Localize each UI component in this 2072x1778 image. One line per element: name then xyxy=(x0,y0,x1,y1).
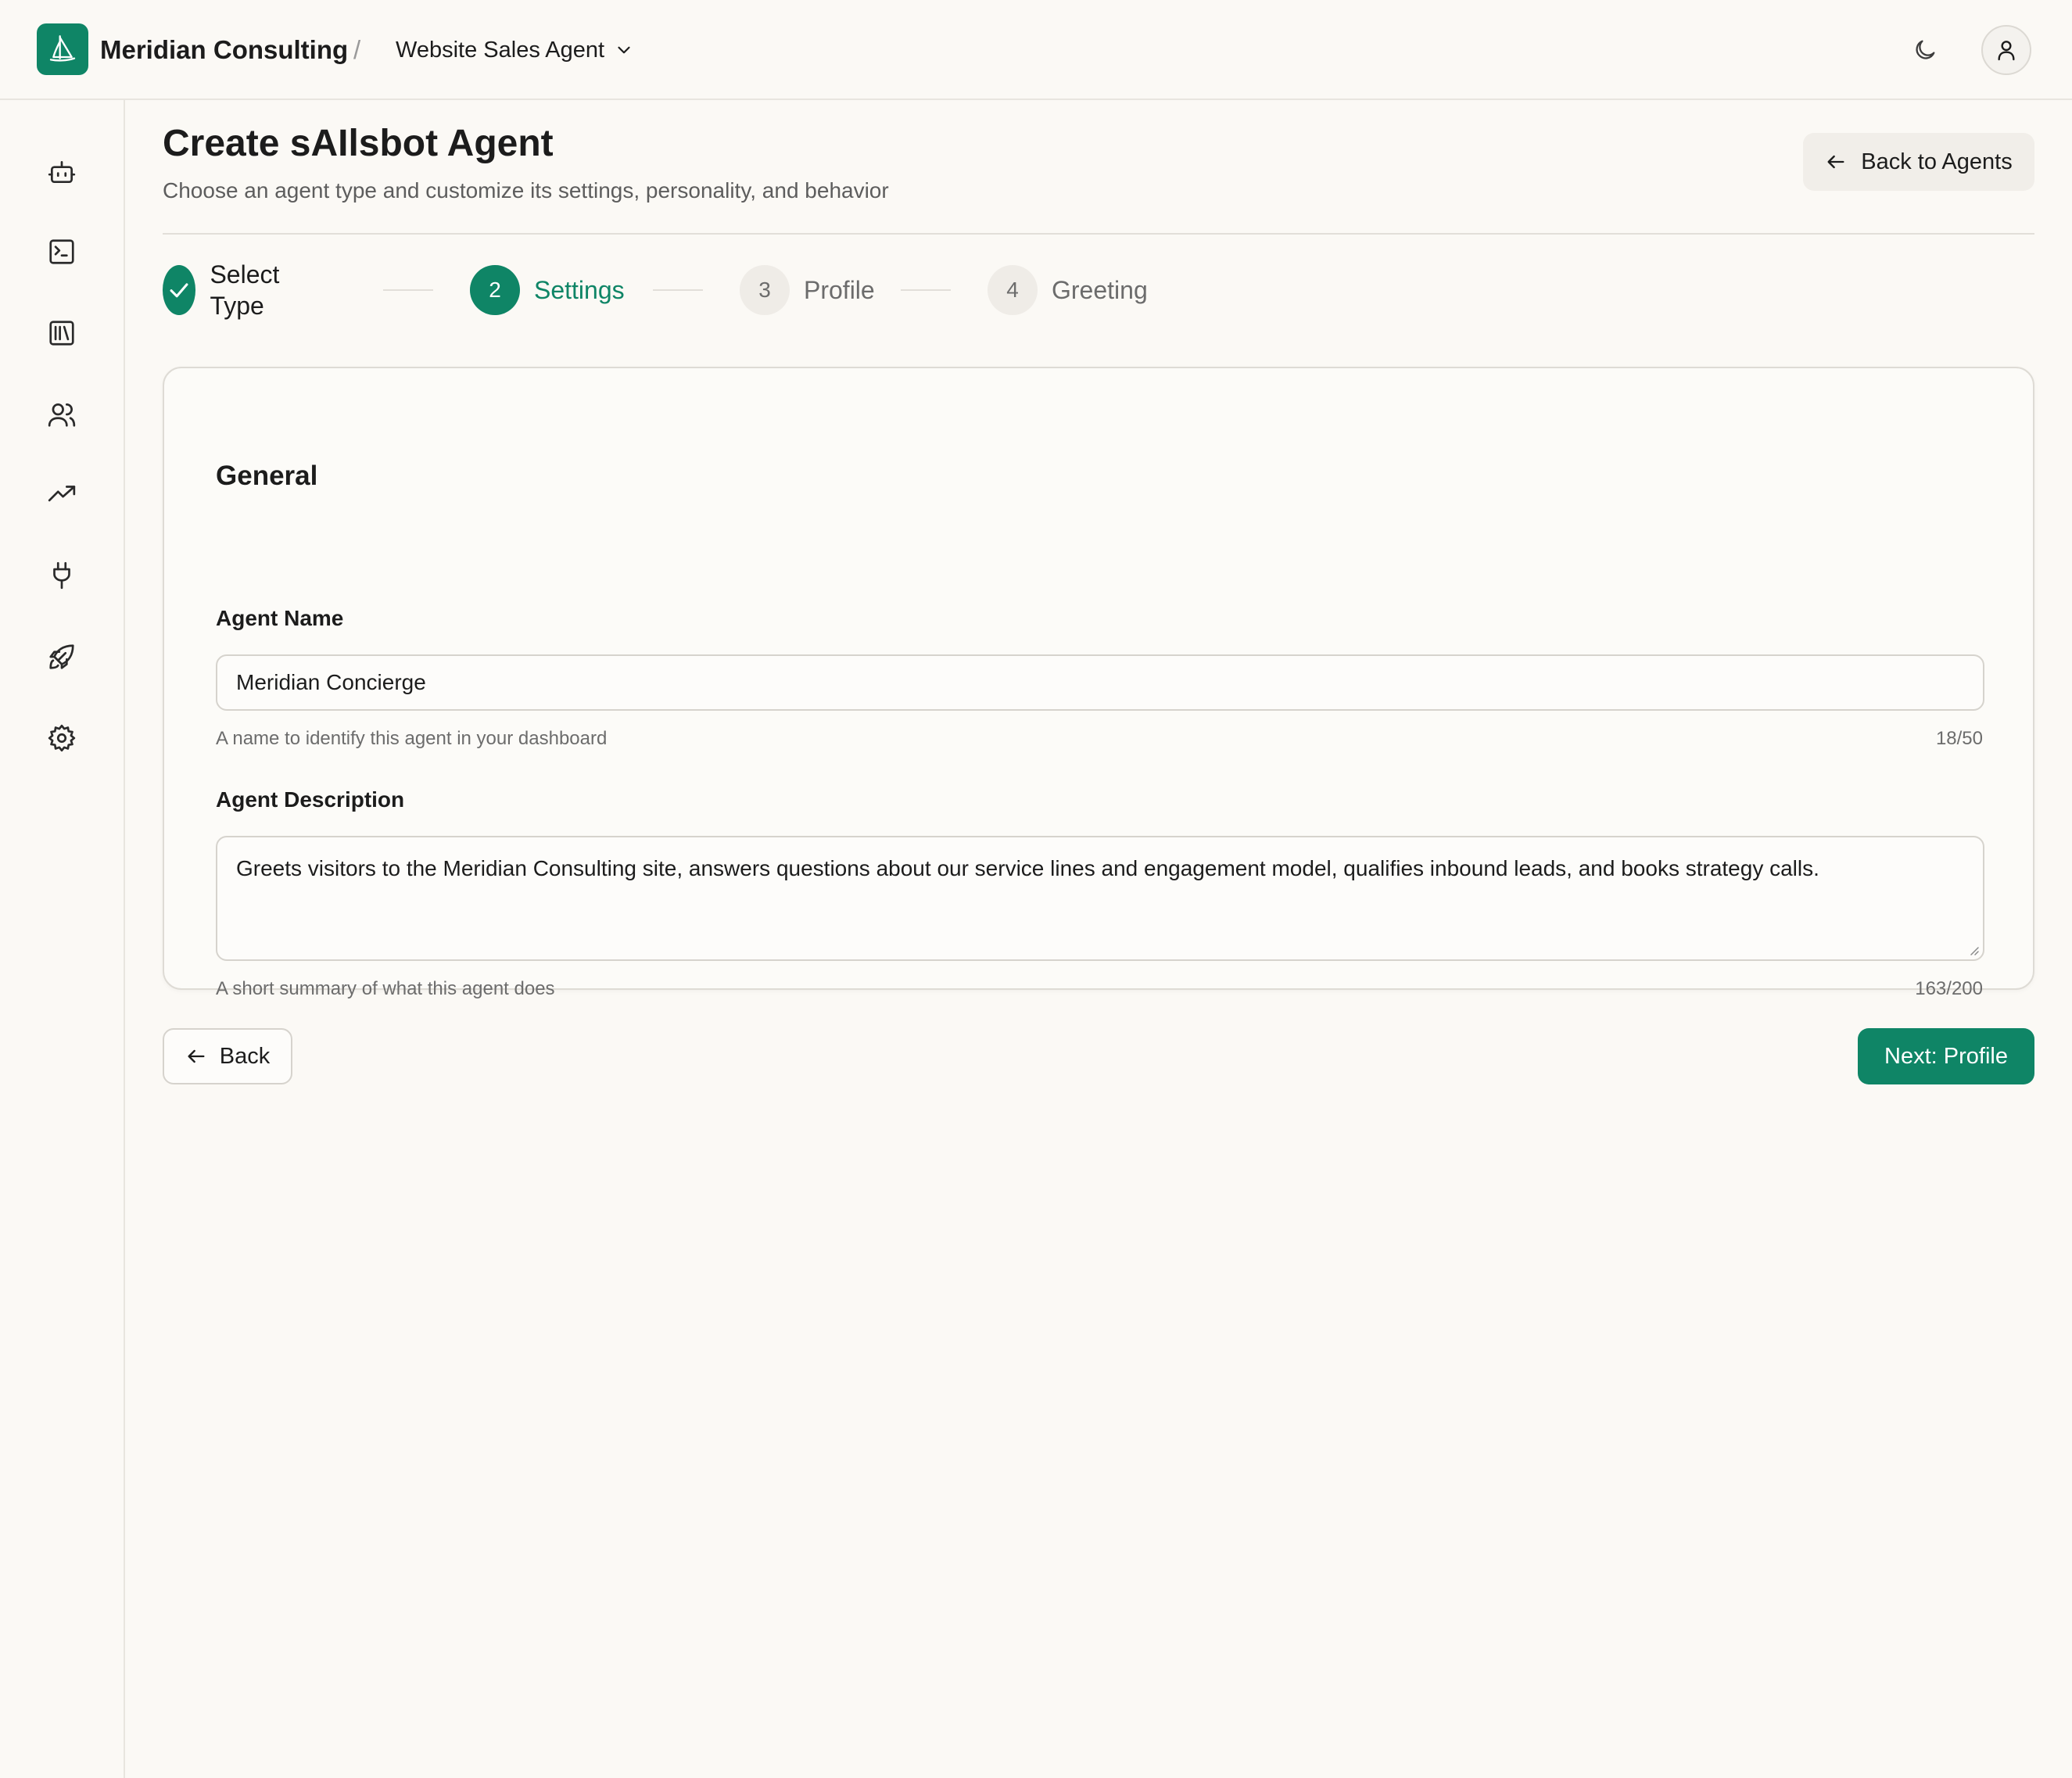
page-title: Create sAIlsbot Agent xyxy=(163,123,554,164)
rocket-icon xyxy=(49,644,74,669)
terminal-icon xyxy=(49,239,74,264)
sidebar-item-analytics[interactable] xyxy=(36,468,88,520)
step-2-label: Settings xyxy=(534,276,625,304)
back-to-agents-label: Back to Agents xyxy=(1861,149,2013,174)
agent-description-counter: 163/200 xyxy=(1915,978,1983,999)
sailboat-icon[interactable] xyxy=(37,23,88,75)
theme-toggle-button[interactable] xyxy=(1905,30,1945,70)
bot-icon xyxy=(48,160,76,184)
step-1-label: Select Type xyxy=(210,260,280,320)
step-settings[interactable]: 2 Settings xyxy=(470,264,625,316)
chevron-down-icon xyxy=(618,46,630,54)
step-4-indicator: 4 xyxy=(988,265,1038,315)
agent-description-textarea[interactable]: Greets visitors to the Meridian Consulti… xyxy=(216,836,1984,961)
next-button-label: Next: Profile xyxy=(1884,1043,2008,1069)
agent-name-input[interactable]: Meridian Concierge xyxy=(216,654,1984,711)
back-button[interactable]: Back xyxy=(163,1028,292,1084)
agent-description-hint: A short summary of what this agent does xyxy=(216,978,555,999)
sidebar-item-console[interactable] xyxy=(36,226,88,278)
agent-name-counter: 18/50 xyxy=(1935,728,1983,749)
top-bar: Meridian Consulting / Website Sales Agen… xyxy=(0,0,2072,100)
user-icon xyxy=(1998,41,2015,61)
agent-switcher[interactable]: Website Sales Agent xyxy=(396,31,634,69)
sidebar-item-integrations[interactable] xyxy=(36,550,88,601)
back-button-label: Back xyxy=(219,1043,271,1069)
sidebar xyxy=(0,100,125,1778)
step-2-indicator: 2 xyxy=(470,265,520,315)
agent-description-label: Agent Description xyxy=(216,787,405,812)
resize-handle-icon[interactable] xyxy=(1967,944,1980,956)
users-icon xyxy=(48,403,76,427)
trending-up-icon xyxy=(48,486,76,502)
step-connector xyxy=(383,289,433,291)
plug-icon xyxy=(53,561,70,590)
next-profile-button[interactable]: Next: Profile xyxy=(1858,1028,2034,1084)
step-connector xyxy=(653,289,703,291)
back-to-agents-button[interactable]: Back to Agents xyxy=(1803,133,2034,191)
step-connector xyxy=(901,289,951,291)
library-icon xyxy=(49,321,74,346)
arrow-left-icon xyxy=(188,1049,205,1063)
agent-switcher-label: Website Sales Agent xyxy=(396,37,605,63)
agent-name-hint: A name to identify this agent in your da… xyxy=(216,728,608,749)
step-3-label: Profile xyxy=(804,276,875,304)
sidebar-item-agents[interactable] xyxy=(36,146,88,198)
arrow-left-icon xyxy=(1827,155,1844,169)
step-3-indicator: 3 xyxy=(740,265,790,315)
moon-icon xyxy=(1916,40,1935,59)
section-title: General xyxy=(216,461,318,491)
agent-description-value: Greets visitors to the Meridian Consulti… xyxy=(236,856,1819,880)
check-icon xyxy=(170,283,188,298)
breadcrumb-separator: / xyxy=(353,35,361,64)
sidebar-item-settings[interactable] xyxy=(36,712,88,764)
step-profile[interactable]: 3 Profile xyxy=(740,264,875,316)
page-subtitle: Choose an agent type and customize its s… xyxy=(163,178,889,203)
step-greeting[interactable]: 4 Greeting xyxy=(988,264,1148,316)
step-4-label: Greeting xyxy=(1052,276,1148,304)
header-divider xyxy=(163,233,2034,235)
agent-name-label: Agent Name xyxy=(216,606,344,630)
agent-name-value: Meridian Concierge xyxy=(236,670,426,694)
sidebar-item-library[interactable] xyxy=(36,307,88,359)
step-1-indicator xyxy=(163,265,196,315)
org-name[interactable]: Meridian Consulting xyxy=(100,33,348,67)
step-select-type[interactable]: Select Type xyxy=(163,260,296,320)
settings-card: General Agent Name Meridian Concierge A … xyxy=(163,367,2034,999)
settings-icon xyxy=(48,724,76,752)
user-avatar-button[interactable] xyxy=(1981,25,2031,75)
sidebar-item-contacts[interactable] xyxy=(36,389,88,440)
sidebar-item-deploy[interactable] xyxy=(36,631,88,683)
